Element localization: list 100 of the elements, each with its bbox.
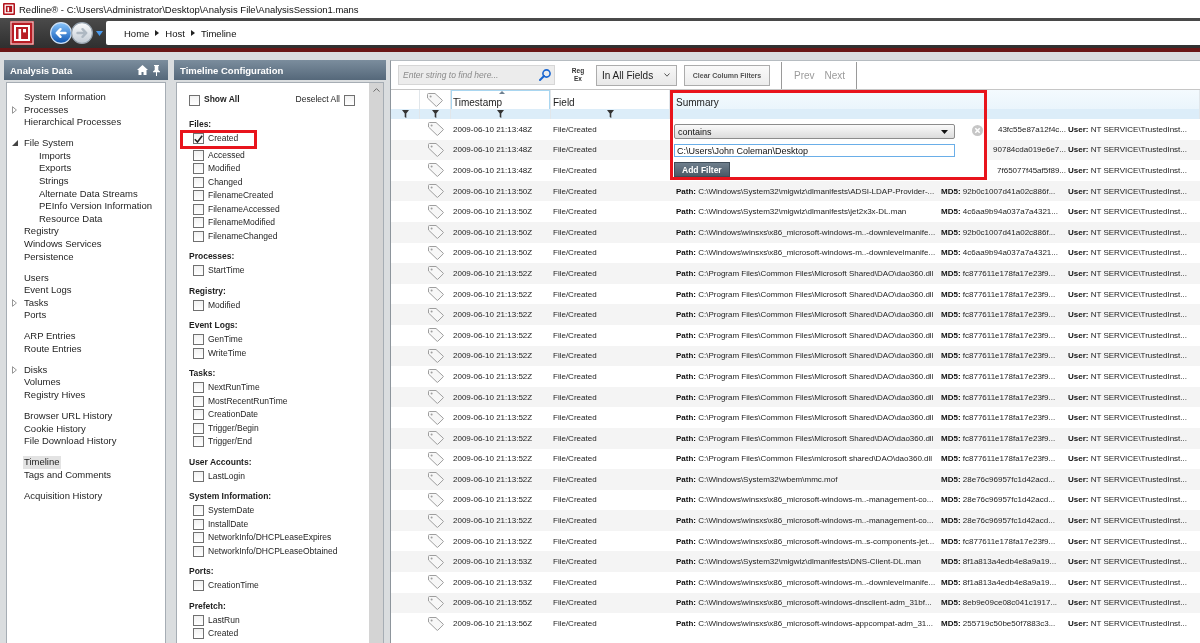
checkbox[interactable] — [193, 347, 204, 359]
checkbox-label[interactable]: Created — [208, 132, 239, 146]
column-header[interactable]: Summary — [676, 97, 719, 109]
checkbox[interactable] — [193, 230, 204, 242]
tree-item[interactable]: Windows Services — [23, 237, 103, 251]
checkbox[interactable] — [193, 409, 204, 421]
tree-item[interactable]: Persistence — [23, 250, 75, 264]
checkbox-label[interactable]: NetworkInfo/DHCPLeaseExpires — [208, 531, 332, 545]
tree-item[interactable]: Registry — [23, 225, 60, 238]
checkbox-label[interactable]: Trigger/End — [208, 435, 253, 449]
checkbox[interactable] — [193, 133, 204, 145]
checkbox-label[interactable]: Trigger/Begin — [208, 421, 259, 435]
checkbox-label[interactable]: InstallDate — [208, 517, 249, 531]
checkbox[interactable] — [193, 395, 204, 407]
checkbox[interactable] — [193, 436, 204, 448]
tree-item[interactable]: Users — [23, 271, 50, 285]
checkbox-label[interactable]: LastRun — [208, 613, 240, 627]
tree-item[interactable]: Event Logs — [23, 284, 73, 297]
tree-item[interactable]: Browser URL History — [23, 410, 114, 423]
breadcrumb-link[interactable]: Home — [124, 27, 150, 39]
tree-item[interactable]: Exports — [38, 162, 73, 175]
checkbox[interactable] — [193, 190, 204, 202]
checkbox-label[interactable]: FilenameCreated — [208, 189, 274, 203]
checkbox-label[interactable]: Modified — [208, 298, 241, 312]
checkbox-label[interactable]: Deselect All — [295, 93, 340, 107]
tree-item[interactable]: Resource Data — [38, 212, 104, 226]
checkbox-label[interactable]: NextRunTime — [208, 381, 260, 395]
tree-item[interactable]: File Download History — [23, 435, 118, 448]
tree-item[interactable]: Processes — [23, 103, 70, 117]
checkbox-label[interactable]: Modified — [208, 162, 241, 176]
checkbox[interactable] — [193, 299, 204, 311]
checkbox-label[interactable]: StartTime — [208, 264, 245, 278]
checkbox[interactable] — [193, 334, 204, 346]
scope-dropdown[interactable]: In All Fields — [596, 64, 677, 86]
triangle-icon[interactable] — [12, 140, 18, 147]
filter-icon[interactable] — [606, 110, 614, 118]
tree-item[interactable]: Acquisition History — [23, 489, 104, 503]
checkbox[interactable] — [193, 614, 204, 626]
column-header[interactable]: Timestamp — [453, 97, 503, 109]
caret-right-icon[interactable] — [12, 366, 17, 375]
search-field[interactable]: Enter string to find here... — [398, 65, 555, 85]
checkbox[interactable] — [189, 94, 200, 106]
filter-icon[interactable] — [497, 110, 504, 118]
tree-item[interactable]: Registry Hives — [23, 389, 87, 402]
checkbox[interactable] — [193, 628, 204, 640]
caret-right-icon[interactable] — [12, 299, 17, 307]
column-header[interactable]: Field — [553, 97, 575, 109]
tree-item[interactable]: Strings — [38, 174, 70, 188]
scrollbar[interactable] — [369, 83, 383, 643]
checkbox[interactable] — [193, 265, 204, 277]
checkbox-label[interactable]: CreationDate — [208, 408, 259, 422]
checkbox-label[interactable]: GenTime — [208, 333, 243, 347]
checkbox-label[interactable]: Created — [208, 627, 239, 641]
checkbox-label[interactable]: Accessed — [208, 148, 245, 162]
checkbox-label[interactable]: Changed — [208, 175, 243, 189]
tree-item[interactable]: Hierarchical Processes — [23, 116, 123, 129]
home-icon[interactable] — [137, 65, 148, 75]
add-filter-button[interactable]: Add Filter — [674, 162, 730, 177]
back-button[interactable] — [50, 22, 72, 44]
checkbox-label[interactable]: CreationTime — [208, 579, 259, 593]
tree-item[interactable]: Imports — [38, 149, 72, 163]
tree-item[interactable]: Disks — [23, 363, 49, 377]
checkbox[interactable] — [193, 382, 204, 394]
filter-input[interactable]: C:\Users\John Coleman\Desktop — [674, 144, 955, 157]
checkbox[interactable] — [344, 94, 355, 106]
breadcrumb-link[interactable]: Timeline — [200, 27, 237, 39]
checkbox[interactable] — [193, 217, 204, 229]
filter-icon[interactable] — [431, 110, 439, 118]
checkbox-label[interactable]: NetworkInfo/DHCPLeaseObtained — [208, 544, 338, 558]
caret-right-icon[interactable] — [12, 105, 17, 114]
tree-item[interactable]: Volumes — [23, 376, 62, 390]
tree-item[interactable]: ARP Entries — [23, 330, 77, 343]
search-icon[interactable] — [539, 69, 551, 81]
tree-item[interactable]: Alternate Data Streams — [38, 187, 139, 201]
pin-icon[interactable] — [153, 64, 160, 76]
chevron-up-icon[interactable] — [372, 88, 380, 92]
caret-down-icon[interactable] — [96, 30, 103, 36]
checkbox-label[interactable]: Show All — [204, 93, 240, 107]
checkbox-label[interactable]: FilenameModified — [208, 216, 276, 230]
checkbox-label[interactable]: WriteTime — [208, 346, 247, 360]
breadcrumb-link[interactable]: Host — [165, 27, 185, 39]
tree-item[interactable]: System Information — [23, 91, 107, 104]
tree-item[interactable]: Cookie History — [23, 422, 87, 436]
checkbox[interactable] — [193, 422, 204, 434]
tree-item[interactable]: Timeline — [23, 456, 61, 469]
tree-item[interactable]: Tags and Comments — [23, 468, 113, 482]
tree-item[interactable]: Route Entries — [23, 342, 83, 356]
checkbox[interactable] — [193, 545, 204, 557]
checkbox[interactable] — [193, 203, 204, 215]
checkbox[interactable] — [193, 505, 204, 517]
filter-icon[interactable] — [401, 110, 409, 118]
operator-dropdown[interactable]: contains — [674, 124, 955, 139]
checkbox[interactable] — [193, 470, 204, 482]
tree-item[interactable]: Tasks — [23, 296, 50, 310]
tree-item[interactable]: Ports — [23, 309, 48, 322]
checkbox[interactable] — [193, 149, 204, 161]
checkbox[interactable] — [193, 163, 204, 175]
checkbox[interactable] — [193, 518, 204, 530]
tree-item[interactable]: PEInfo Version Information — [38, 200, 153, 213]
checkbox-label[interactable]: LastLogin — [208, 469, 245, 483]
